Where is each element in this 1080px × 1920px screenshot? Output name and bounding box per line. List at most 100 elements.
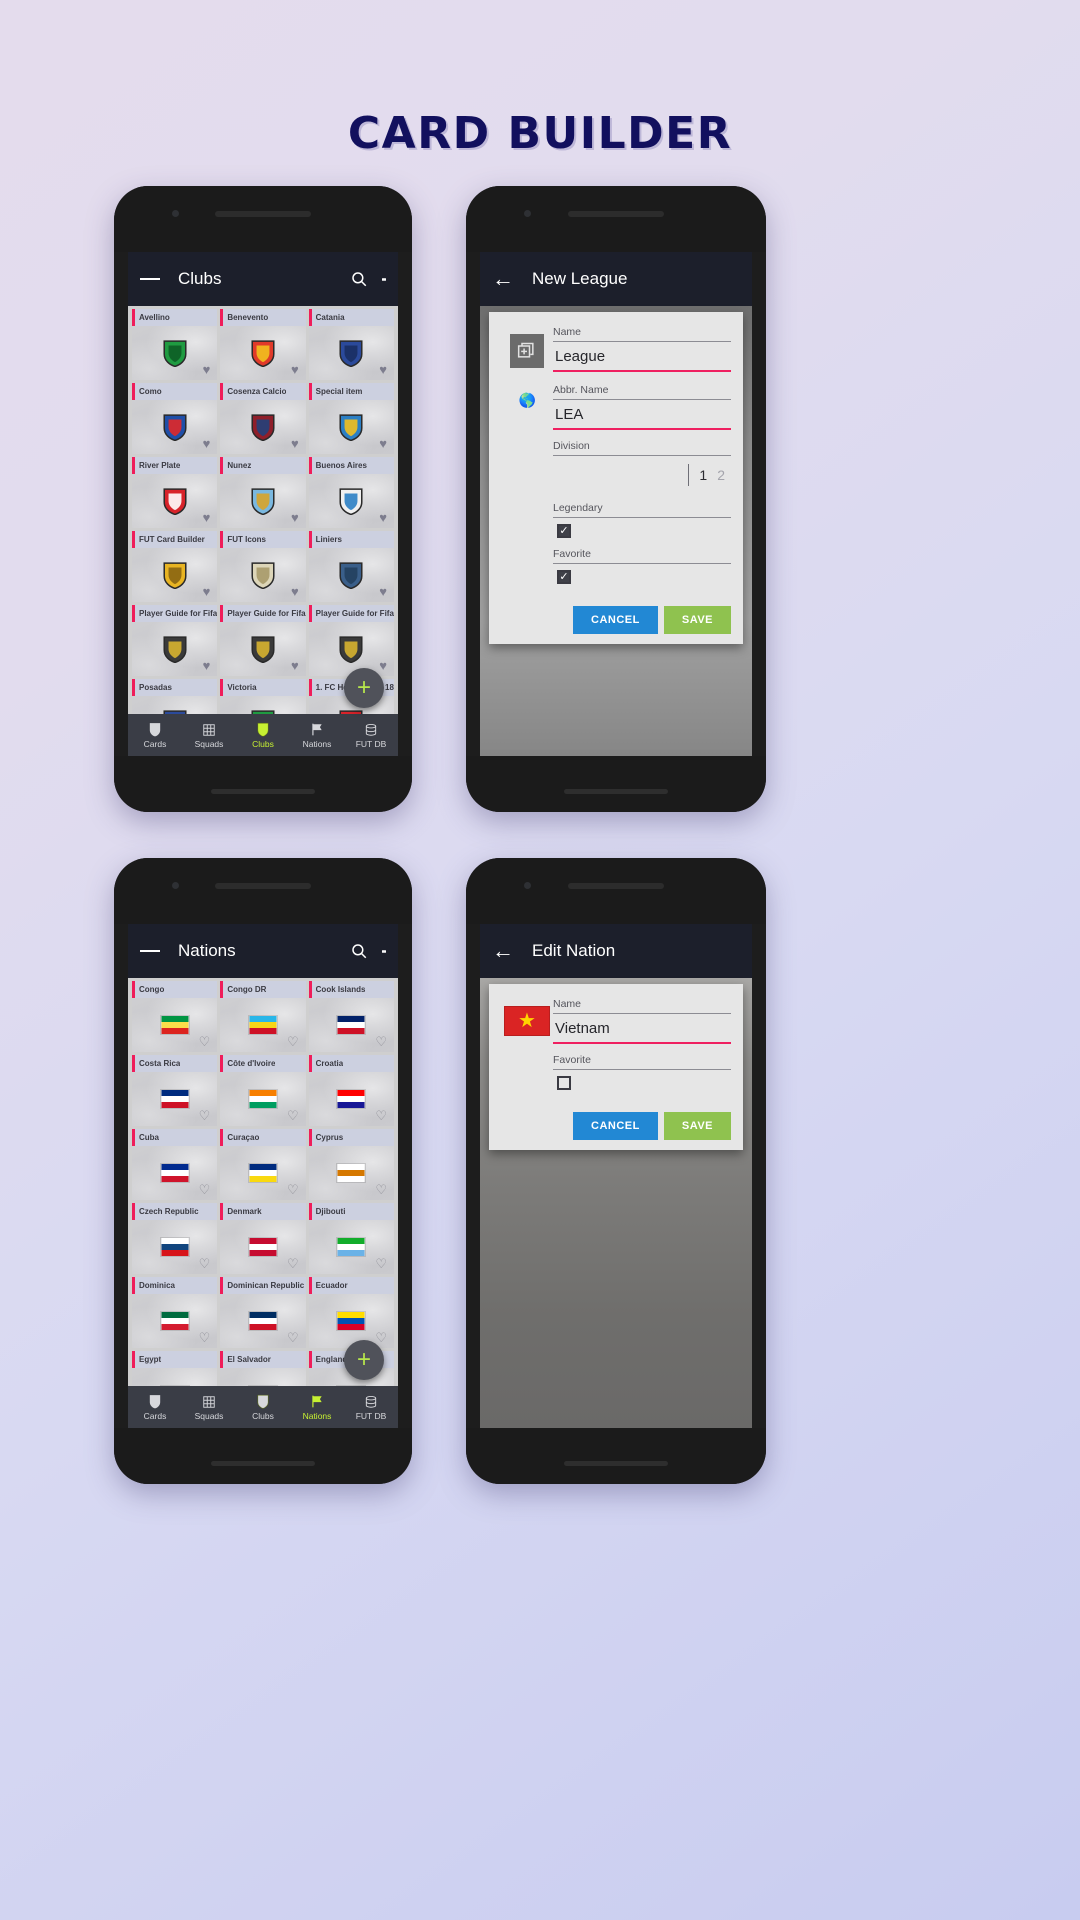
add-club-fab[interactable]: + xyxy=(344,668,384,708)
back-arrow-icon[interactable]: ← xyxy=(492,940,514,962)
club-card[interactable]: Catania ♥ xyxy=(308,309,394,380)
favorite-heart-icon[interactable]: ♥ xyxy=(291,659,299,672)
more-vertical-icon[interactable] xyxy=(382,275,386,284)
nation-card[interactable]: Cyprus ♡ xyxy=(308,1129,394,1200)
favorite-heart-icon[interactable]: ♥ xyxy=(203,437,211,450)
division-next-value[interactable]: 2 xyxy=(717,467,725,483)
favorite-heart-icon[interactable]: ♥ xyxy=(379,363,387,376)
clubs-grid-container[interactable]: Avellino ♥ Benevento ♥ Catania ♥ Como ♥ Cosenza … xyxy=(128,306,398,714)
favorite-heart-icon[interactable]: ♥ xyxy=(379,511,387,524)
nation-card[interactable]: Cook Islands ♡ xyxy=(308,981,394,1052)
nation-card[interactable]: Dominica ♡ xyxy=(132,1277,218,1348)
bottom-nav-item-squads[interactable]: Squads xyxy=(182,722,236,749)
nation-card[interactable]: Congo DR ♡ xyxy=(220,981,306,1052)
favorite-heart-icon[interactable]: ♡ xyxy=(287,1109,299,1122)
nation-card[interactable]: Croatia ♡ xyxy=(308,1055,394,1126)
bottom-nav-item-nations[interactable]: Nations xyxy=(290,1394,344,1421)
add-nation-fab[interactable]: + xyxy=(344,1340,384,1380)
favorite-heart-icon[interactable]: ♥ xyxy=(291,511,299,524)
favorite-heart-icon[interactable]: ♡ xyxy=(199,1035,211,1048)
favorite-heart-icon[interactable]: ♡ xyxy=(375,1183,387,1196)
nation-card[interactable]: Egypt ♡ xyxy=(132,1351,218,1386)
favorite-heart-icon[interactable]: ♥ xyxy=(291,585,299,598)
flag-picker[interactable]: ★ xyxy=(501,998,553,1036)
bottom-nav-item-clubs[interactable]: Clubs xyxy=(236,1394,290,1421)
club-card[interactable]: Avellino ♥ xyxy=(132,309,218,380)
nation-card[interactable]: Czech Republic ♡ xyxy=(132,1203,218,1274)
favorite-heart-icon[interactable]: ♥ xyxy=(291,363,299,376)
bottom-nav-item-fut-db[interactable]: FUT DB xyxy=(344,1394,398,1421)
club-card[interactable]: Buenos Aires ♥ xyxy=(308,457,394,528)
bottom-nav-item-cards[interactable]: Cards xyxy=(128,1394,182,1421)
club-card[interactable]: Player Guide for Fifa2 ♥ xyxy=(308,605,394,676)
favorite-checkbox[interactable] xyxy=(557,1076,571,1090)
favorite-heart-icon[interactable]: ♥ xyxy=(203,511,211,524)
nation-card[interactable]: Congo ♡ xyxy=(132,981,218,1052)
favorite-heart-icon[interactable]: ♡ xyxy=(199,1183,211,1196)
bottom-nav-item-squads[interactable]: Squads xyxy=(182,1394,236,1421)
favorite-heart-icon[interactable]: ♥ xyxy=(203,659,211,672)
bottom-nav-item-clubs[interactable]: Clubs xyxy=(236,722,290,749)
back-arrow-icon[interactable]: ← xyxy=(492,268,514,290)
search-icon[interactable] xyxy=(348,940,370,962)
bottom-nav-item-cards[interactable]: Cards xyxy=(128,722,182,749)
save-button[interactable]: SAVE xyxy=(663,1112,731,1140)
club-card[interactable]: Player Guide for Fifa2 ♥ xyxy=(220,605,306,676)
vietnam-flag-icon[interactable]: ★ xyxy=(504,1006,550,1036)
favorite-heart-icon[interactable]: ♥ xyxy=(203,363,211,376)
favorite-heart-icon[interactable]: ♥ xyxy=(203,585,211,598)
club-card[interactable]: FUT Icons ♥ xyxy=(220,531,306,602)
club-card[interactable]: Posadas ♥ xyxy=(132,679,218,714)
more-vertical-icon[interactable] xyxy=(382,947,386,956)
favorite-heart-icon[interactable]: ♥ xyxy=(291,437,299,450)
save-button[interactable]: SAVE xyxy=(663,606,731,634)
division-stepper[interactable]: 1 2 xyxy=(553,456,731,492)
name-input[interactable]: League xyxy=(553,342,731,372)
name-input[interactable]: Vietnam xyxy=(553,1014,731,1044)
abbr-input[interactable]: LEA xyxy=(553,400,731,430)
favorite-heart-icon[interactable]: ♡ xyxy=(199,1109,211,1122)
favorite-checkbox[interactable]: ✓ xyxy=(557,570,571,584)
nation-card[interactable]: Côte d'Ivoire ♡ xyxy=(220,1055,306,1126)
favorite-heart-icon[interactable]: ♡ xyxy=(287,1331,299,1344)
favorite-heart-icon[interactable]: ♡ xyxy=(199,1331,211,1344)
hamburger-icon[interactable] xyxy=(140,275,161,283)
favorite-heart-icon[interactable]: ♡ xyxy=(375,1109,387,1122)
nation-card[interactable]: Cuba ♡ xyxy=(132,1129,218,1200)
club-card[interactable]: Benevento ♥ xyxy=(220,309,306,380)
favorite-heart-icon[interactable]: ♥ xyxy=(379,659,387,672)
nation-card[interactable]: Denmark ♡ xyxy=(220,1203,306,1274)
nation-card[interactable]: Curaçao ♡ xyxy=(220,1129,306,1200)
nations-grid-container[interactable]: Congo ♡ Congo DR ♡ Cook Islands ♡ Costa Rica ♡ C… xyxy=(128,978,398,1386)
division-value[interactable]: 1 xyxy=(699,467,707,483)
club-card[interactable]: Cosenza Calcio ♥ xyxy=(220,383,306,454)
cancel-button[interactable]: CANCEL xyxy=(573,606,658,634)
favorite-heart-icon[interactable]: ♡ xyxy=(287,1257,299,1270)
bottom-nav-item-nations[interactable]: Nations xyxy=(290,722,344,749)
club-card[interactable]: Nunez ♥ xyxy=(220,457,306,528)
club-card[interactable]: Victoria ♥ xyxy=(220,679,306,714)
club-card[interactable]: Player Guide for Fifa2 ♥ xyxy=(132,605,218,676)
hamburger-icon[interactable] xyxy=(140,947,161,955)
image-picker[interactable] xyxy=(501,326,553,368)
nation-card[interactable]: Costa Rica ♡ xyxy=(132,1055,218,1126)
favorite-heart-icon[interactable]: ♡ xyxy=(375,1257,387,1270)
nation-card[interactable]: Dominican Republic ♡ xyxy=(220,1277,306,1348)
favorite-heart-icon[interactable]: ♡ xyxy=(287,1183,299,1196)
club-card[interactable]: Como ♥ xyxy=(132,383,218,454)
cancel-button[interactable]: CANCEL xyxy=(573,1112,658,1140)
bottom-nav-item-fut-db[interactable]: FUT DB xyxy=(344,722,398,749)
nation-card[interactable]: Ecuador ♡ xyxy=(308,1277,394,1348)
favorite-heart-icon[interactable]: ♡ xyxy=(375,1035,387,1048)
favorite-heart-icon[interactable]: ♥ xyxy=(379,437,387,450)
club-card[interactable]: FUT Card Builder ♥ xyxy=(132,531,218,602)
club-card[interactable]: Special item ♥ xyxy=(308,383,394,454)
favorite-heart-icon[interactable]: ♥ xyxy=(379,585,387,598)
favorite-heart-icon[interactable]: ♡ xyxy=(287,1035,299,1048)
favorite-heart-icon[interactable]: ♡ xyxy=(199,1257,211,1270)
nation-card[interactable]: Djibouti ♡ xyxy=(308,1203,394,1274)
nation-card[interactable]: El Salvador ♡ xyxy=(220,1351,306,1386)
search-icon[interactable] xyxy=(348,268,370,290)
legendary-checkbox[interactable]: ✓ xyxy=(557,524,571,538)
favorite-heart-icon[interactable]: ♡ xyxy=(375,1331,387,1344)
